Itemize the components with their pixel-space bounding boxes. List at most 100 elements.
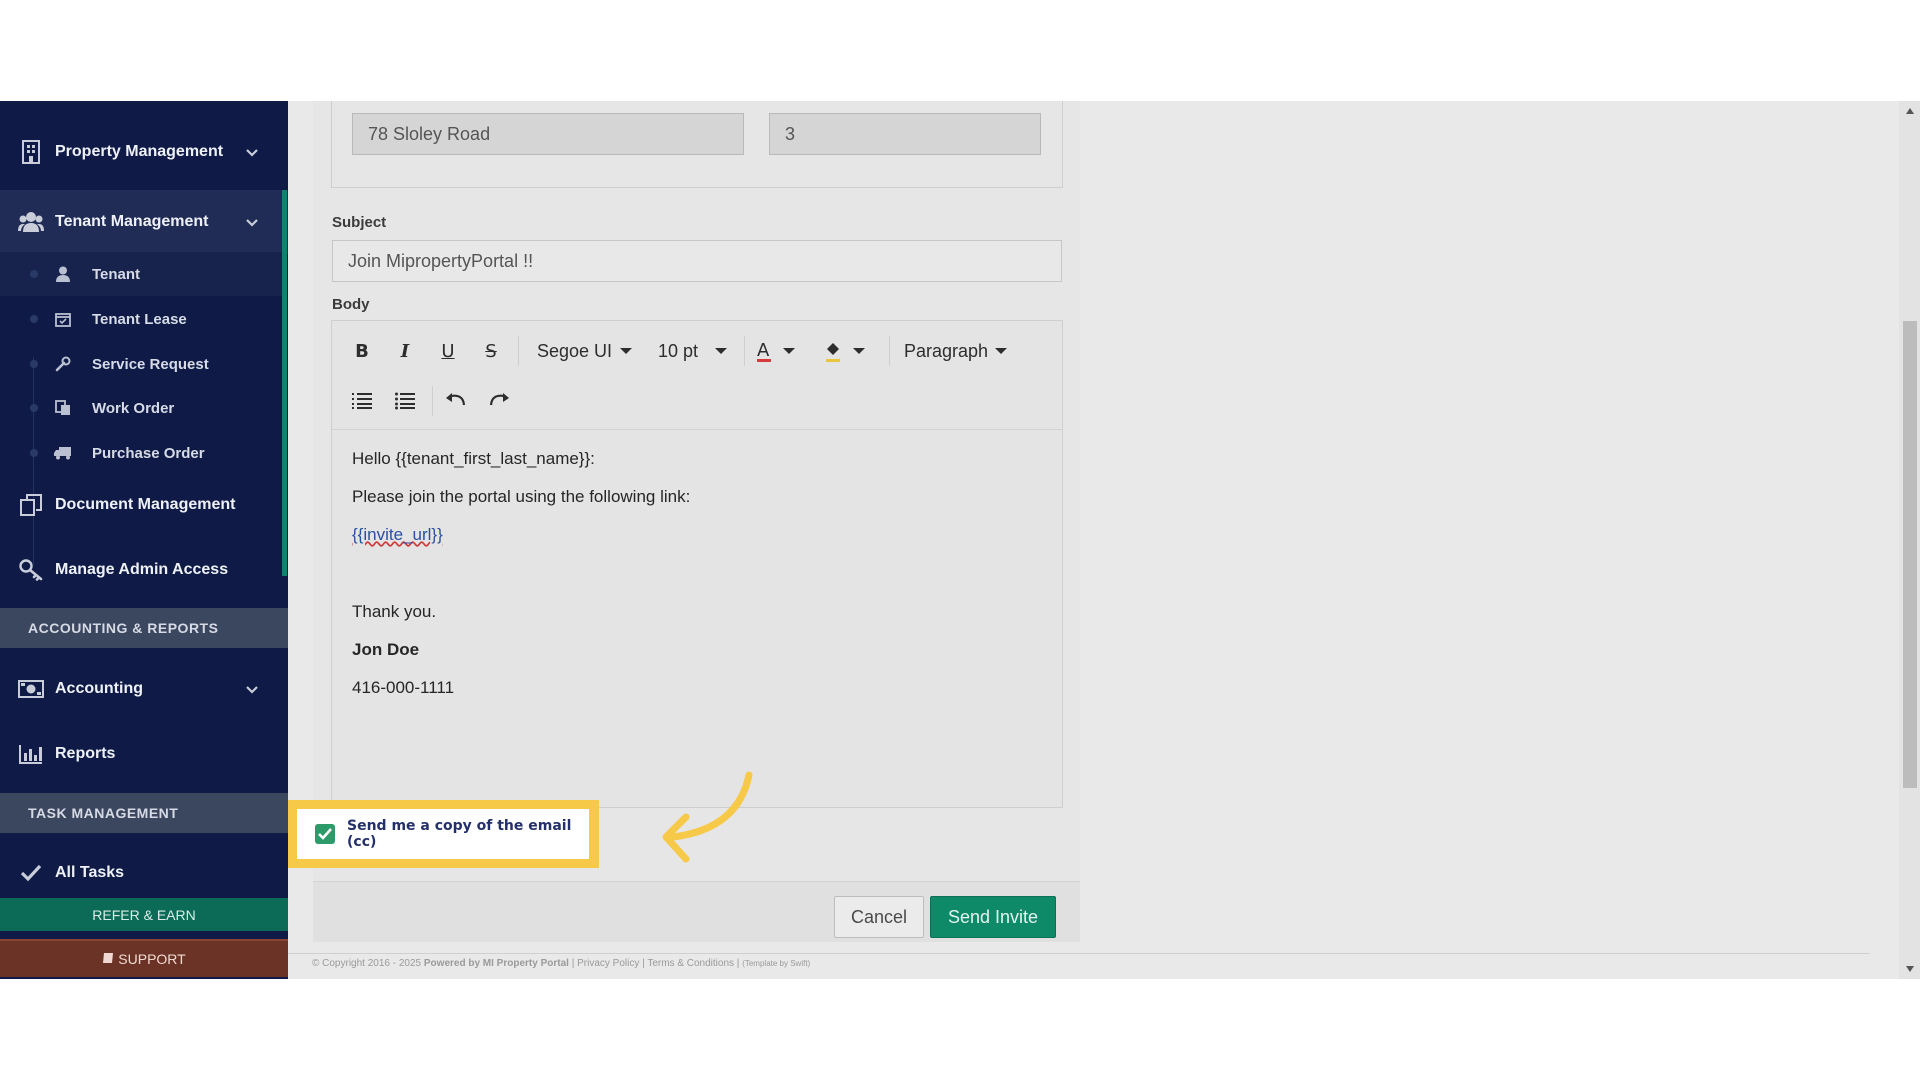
email-thanks: Thank you. <box>352 602 437 621</box>
sidebar-subitem-label: Tenant Lease <box>92 310 187 328</box>
sidebar-subitem-work-order[interactable]: Work Order <box>0 386 282 430</box>
toolbar-separator <box>432 386 433 416</box>
users-icon <box>18 209 44 235</box>
email-greeting: Hello {{tenant_first_last_name}}: <box>352 449 595 468</box>
font-family-select[interactable]: Segoe UI <box>527 335 657 367</box>
body-label: Body <box>332 296 370 313</box>
main-content: 78 Sloley Road 3 Subject Join Miproperty… <box>288 101 1899 979</box>
property-field[interactable]: 78 Sloley Road <box>352 113 744 155</box>
underline-icon[interactable]: U <box>434 337 462 365</box>
support-button[interactable]: SUPPORT <box>0 939 288 977</box>
scroll-up-icon <box>1906 108 1914 114</box>
undo-icon[interactable] <box>442 387 470 415</box>
bar-chart-icon <box>18 741 44 767</box>
privacy-link[interactable]: Privacy Policy <box>577 958 639 969</box>
sidebar-item-manage-admin-access[interactable]: Manage Admin Access <box>0 542 288 598</box>
sidebar-item-label: All Tasks <box>55 864 125 881</box>
sidebar-subitem-service-request[interactable]: Service Request <box>0 342 282 386</box>
bullet-dot <box>30 449 38 457</box>
rich-text-editor: B I U S Segoe UI 10 pt A Paragraph Hello… <box>331 320 1063 808</box>
cc-checkbox-label[interactable]: Send me a copy of the email (cc) <box>347 818 589 850</box>
subject-input[interactable]: Join MipropertyPortal !! <box>332 240 1062 282</box>
sidebar-item-document-management[interactable]: Document Management <box>0 477 288 533</box>
copyright-text: © Copyright 2016 - 2025 <box>312 958 422 969</box>
sidebar-subitem-purchase-order[interactable]: Purchase Order <box>0 431 282 475</box>
sidebar-item-tenant-management[interactable]: Tenant Management <box>0 190 288 254</box>
vertical-scrollbar[interactable] <box>1899 101 1920 979</box>
email-sender-phone: 416-000-1111 <box>352 678 455 697</box>
email-invite-link[interactable]: {{invite_url}} <box>352 525 443 545</box>
subject-label: Subject <box>332 214 387 231</box>
sidebar-subitem-label: Tenant <box>92 265 141 283</box>
section-header-label: TASK MANAGEMENT <box>28 805 179 821</box>
italic-icon[interactable]: I <box>391 337 419 365</box>
wrench-icon <box>54 355 72 373</box>
toolbar-separator <box>744 336 745 366</box>
sidebar-item-accounting[interactable]: Accounting <box>0 661 288 717</box>
support-label: SUPPORT <box>118 951 186 967</box>
terms-link[interactable]: Terms & Conditions <box>647 958 734 969</box>
documents-icon <box>18 492 44 518</box>
send-invite-button[interactable]: Send Invite <box>930 896 1056 938</box>
toolbar-separator <box>889 336 890 366</box>
user-icon <box>54 265 72 283</box>
email-line: Please join the portal using the followi… <box>352 487 691 506</box>
truck-icon <box>54 444 72 462</box>
check-icon <box>18 860 44 886</box>
sidebar-subitem-label: Service Request <box>92 355 209 373</box>
email-sender-name: Jon Doe <box>352 640 420 659</box>
cc-checkbox-highlight: Send me a copy of the email (cc) <box>288 800 599 868</box>
refer-earn-button[interactable]: REFER & EARN <box>0 898 288 931</box>
toolbar-separator <box>518 336 519 366</box>
chevron-down-icon <box>244 214 260 230</box>
redo-icon[interactable] <box>485 387 513 415</box>
chevron-down-icon <box>244 681 260 697</box>
bullet-dot <box>30 404 38 412</box>
refer-earn-label: REFER & EARN <box>92 906 196 923</box>
sidebar-subitem-tenant[interactable]: Tenant <box>0 252 282 296</box>
svg-text:A: A <box>757 340 770 361</box>
caret-down-icon <box>620 348 632 354</box>
font-size-select[interactable]: 10 pt <box>650 335 744 367</box>
numbered-list-icon[interactable] <box>348 387 376 415</box>
scrollbar-thumb[interactable] <box>1903 321 1917 788</box>
key-icon <box>18 557 44 583</box>
bold-icon[interactable]: B <box>348 337 376 365</box>
text-color-icon[interactable]: A <box>752 335 802 367</box>
section-header-accounting: ACCOUNTING & REPORTS <box>0 608 288 648</box>
money-icon <box>18 676 44 702</box>
section-header-label: ACCOUNTING & REPORTS <box>28 620 219 636</box>
sidebar-item-all-tasks[interactable]: All Tasks <box>0 845 288 901</box>
form-action-bar: Cancel Send Invite <box>313 881 1080 942</box>
sidebar-item-label: Document Management <box>55 496 236 513</box>
sidebar-item-property-management[interactable]: Property Management <box>0 124 288 180</box>
scroll-down-icon <box>1906 966 1914 972</box>
sidebar-subitem-label: Purchase Order <box>92 444 205 462</box>
building-icon <box>18 139 44 165</box>
powered-by[interactable]: Powered by MI Property Portal <box>424 958 569 969</box>
font-family-value: Segoe UI <box>537 340 613 361</box>
caret-down-icon <box>995 348 1007 354</box>
highlight-color-icon[interactable] <box>820 335 872 367</box>
sidebar-subitem-label: Work Order <box>92 399 175 417</box>
cc-checkbox[interactable] <box>315 824 335 844</box>
sidebar-item-label: Manage Admin Access <box>55 561 229 578</box>
copyright-footer: © Copyright 2016 - 2025 Powered by MI Pr… <box>312 958 811 969</box>
font-size-value: 10 pt <box>658 340 699 361</box>
bullet-list-icon[interactable] <box>391 387 419 415</box>
block-format-select[interactable]: Paragraph <box>898 335 1026 367</box>
template-credit: (Template by Swift) <box>742 959 811 968</box>
sidebar-item-reports[interactable]: Reports <box>0 726 288 782</box>
book-icon <box>102 951 114 967</box>
section-header-tasks: TASK MANAGEMENT <box>0 793 288 833</box>
unit-number-field[interactable]: 3 <box>769 113 1041 155</box>
sidebar-item-label: Tenant Management <box>55 213 209 230</box>
bullet-dot <box>30 270 38 278</box>
cc-checkbox-row[interactable]: Send me a copy of the email (cc) <box>297 809 589 859</box>
app-screen: Property Management Tenant Management Te… <box>0 101 1920 979</box>
cancel-button[interactable]: Cancel <box>834 896 924 938</box>
caret-down-icon <box>715 348 727 354</box>
strikethrough-icon[interactable]: S <box>477 337 505 365</box>
sidebar-subitem-tenant-lease[interactable]: Tenant Lease <box>0 297 282 341</box>
copy-icon <box>54 399 72 417</box>
